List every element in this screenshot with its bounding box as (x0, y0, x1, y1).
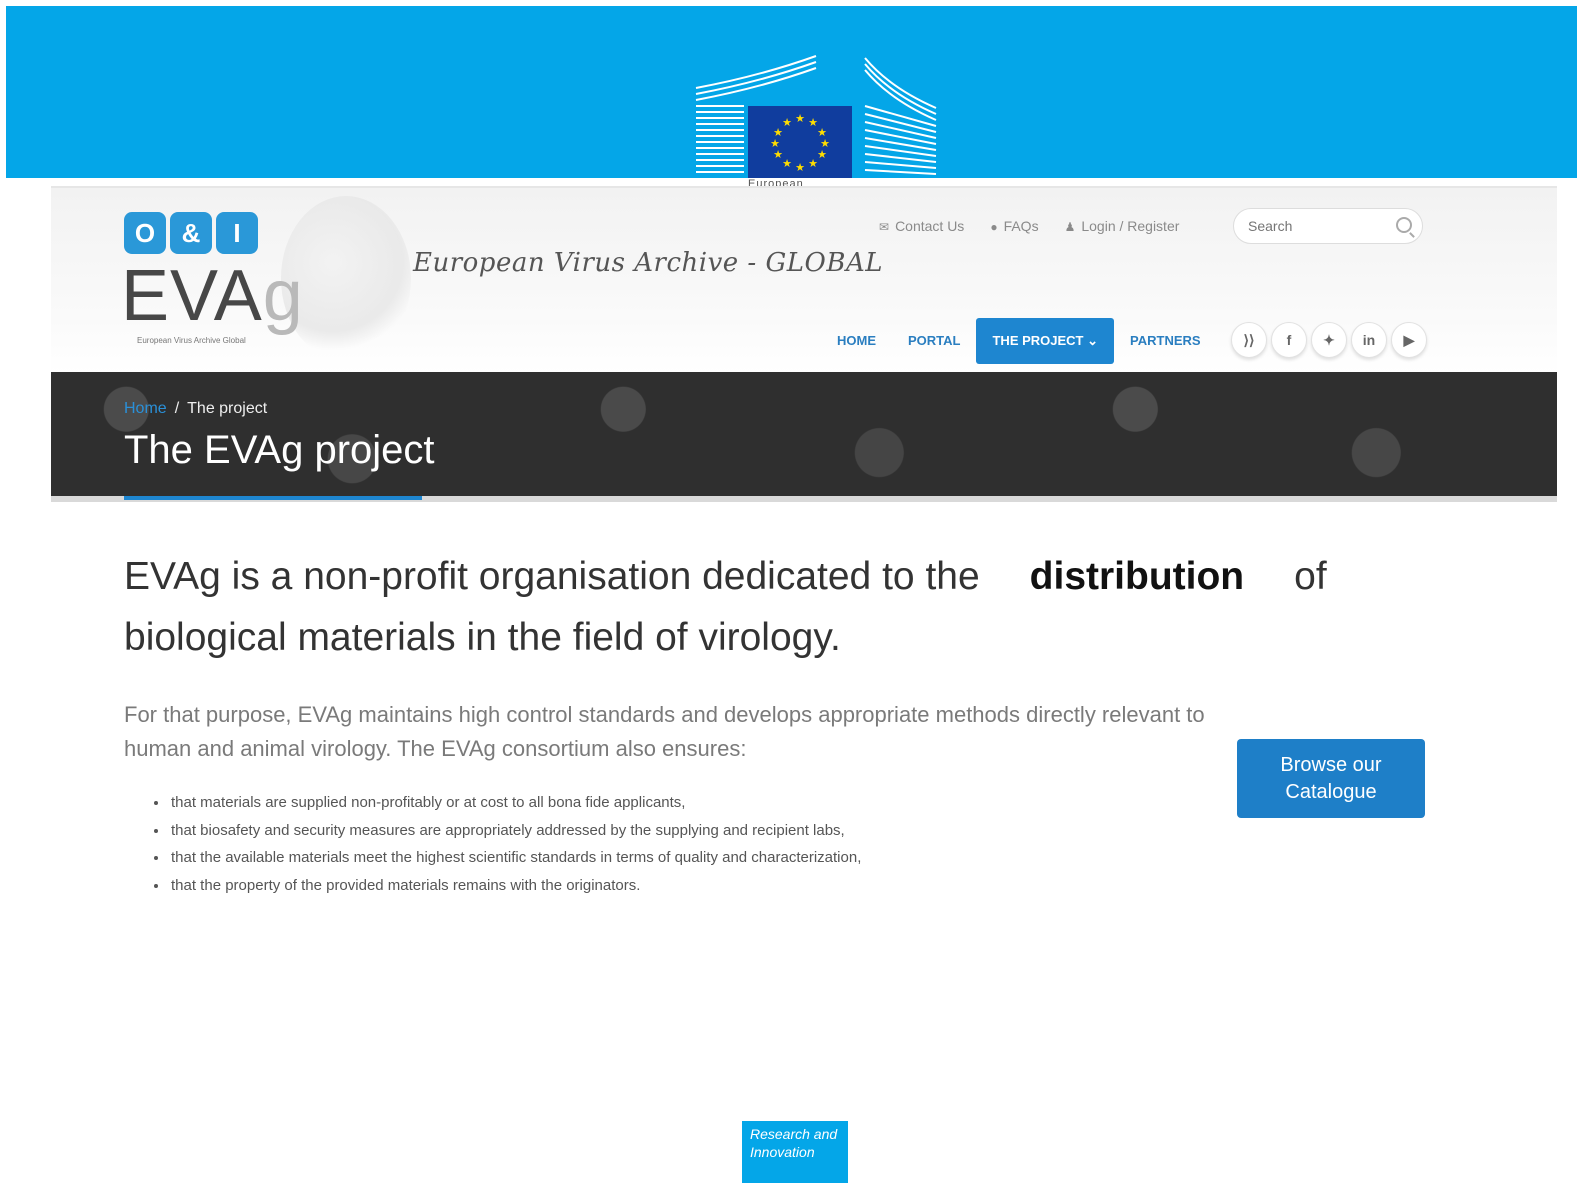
lead-bold-word: distribution (1029, 555, 1245, 598)
title-accent-bar (124, 496, 422, 500)
search-icon[interactable] (1396, 217, 1412, 233)
breadcrumb: Home / The project (124, 400, 267, 418)
breadcrumb-separator: / (174, 400, 180, 417)
list-item: that materials are supplied non-profitab… (169, 789, 861, 817)
nav-portal[interactable]: PORTAL (892, 318, 976, 364)
eu-commission-logo: ★ ★★★ ★★★★ ★★★★ (695, 55, 937, 178)
rss-icon[interactable]: ⟩⟩ (1231, 322, 1267, 358)
evag-logo[interactable]: EVAg (121, 260, 304, 332)
nav-partners[interactable]: PARTNERS (1114, 318, 1217, 364)
login-register-label: Login / Register (1081, 218, 1180, 234)
youtube-icon[interactable]: ▶ (1391, 322, 1427, 358)
logo-suffix-text: g (262, 256, 304, 336)
logo-badge-i: I (216, 212, 258, 254)
svg-text:★: ★ (782, 116, 792, 129)
site-tagline: European Virus Archive - GLOBAL (413, 248, 883, 278)
search-box (1233, 208, 1423, 244)
utility-links: ✉ Contact Us ● FAQs ♟ Login / Register (879, 218, 1179, 234)
list-item: that the available materials meet the hi… (169, 844, 861, 872)
svg-text:★: ★ (795, 112, 805, 125)
breadcrumb-home-link[interactable]: Home (124, 400, 167, 417)
list-item: that the property of the provided materi… (169, 872, 861, 900)
search-input[interactable] (1234, 217, 1390, 235)
envelope-icon: ✉ (879, 220, 890, 234)
research-innovation-badge: Research and Innovation (742, 1121, 848, 1183)
lead-text-start: EVAg is a non-profit organisation dedica… (124, 555, 980, 598)
contact-us-link[interactable]: ✉ Contact Us (879, 218, 964, 234)
ensures-list: that materials are supplied non-profitab… (151, 789, 861, 899)
logo-subtitle: European Virus Archive Global (137, 336, 246, 345)
main-nav: HOME PORTAL THE PROJECT ⌄ PARTNERS (821, 318, 1217, 364)
svg-text:★: ★ (817, 148, 827, 161)
contact-us-label: Contact Us (895, 218, 965, 234)
svg-text:★: ★ (782, 157, 792, 170)
lead-statement: EVAg is a non-profit organisation dedica… (124, 546, 1384, 668)
login-register-link[interactable]: ♟ Login / Register (1065, 218, 1180, 234)
list-item: that biosafety and security measures are… (169, 817, 861, 845)
browse-catalogue-button[interactable]: Browse our Catalogue (1237, 739, 1425, 818)
svg-text:★: ★ (808, 157, 818, 170)
page-title: The EVAg project (124, 428, 435, 472)
logo-badge-o: O (124, 212, 166, 254)
faqs-link[interactable]: ● FAQs (990, 218, 1038, 234)
logo-main-text: EVA (121, 256, 263, 336)
nav-home[interactable]: HOME (821, 318, 892, 364)
logo-badge-and: & (170, 212, 212, 254)
user-icon: ♟ (1064, 220, 1076, 234)
twitter-icon[interactable]: ✦ (1311, 322, 1347, 358)
chat-icon: ● (990, 220, 998, 234)
svg-text:★: ★ (795, 161, 805, 174)
social-links: ⟩⟩ f ✦ in ▶ (1231, 322, 1427, 358)
facebook-icon[interactable]: f (1271, 322, 1307, 358)
nav-the-project[interactable]: THE PROJECT ⌄ (976, 318, 1115, 364)
faqs-label: FAQs (1003, 218, 1039, 234)
site-header: O & I EVAg European Virus Archive Global… (51, 186, 1557, 374)
site-frame: O & I EVAg European Virus Archive Global… (51, 186, 1557, 1189)
breadcrumb-current: The project (187, 400, 268, 417)
linkedin-icon[interactable]: in (1351, 322, 1387, 358)
intro-paragraph: For that purpose, EVAg maintains high co… (124, 702, 1205, 761)
